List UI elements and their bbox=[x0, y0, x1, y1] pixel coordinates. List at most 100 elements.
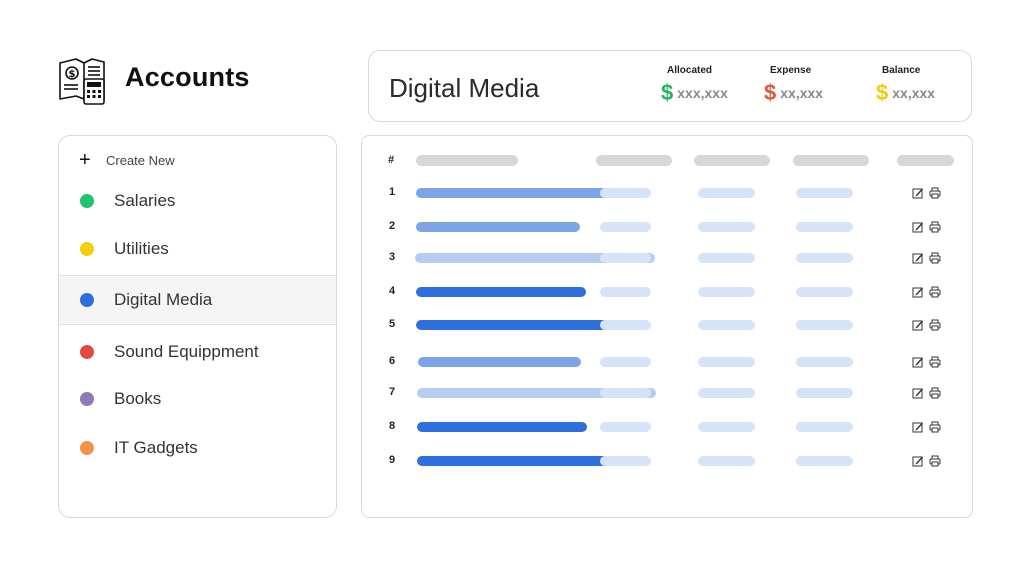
row-value-placeholder bbox=[600, 388, 651, 398]
edit-icon[interactable] bbox=[912, 387, 924, 399]
row-value-placeholder bbox=[600, 357, 651, 367]
column-header-placeholder bbox=[897, 155, 954, 166]
allocated-stat: Allocated $ xxx,xxx bbox=[661, 65, 728, 104]
balance-value: xx,xxx bbox=[892, 85, 936, 101]
row-value-placeholder bbox=[698, 188, 755, 198]
row-value-placeholder bbox=[796, 287, 853, 297]
accounts-sidebar: + Create New Salaries Utilities Digital … bbox=[58, 135, 337, 518]
row-value-placeholder bbox=[698, 357, 755, 367]
row-value-placeholder bbox=[698, 320, 755, 330]
row-number: 2 bbox=[389, 220, 396, 232]
row-value-placeholder bbox=[796, 253, 853, 263]
category-dot-icon bbox=[80, 242, 94, 256]
row-value-placeholder bbox=[600, 456, 651, 466]
print-icon[interactable] bbox=[929, 356, 941, 368]
edit-icon[interactable] bbox=[912, 286, 924, 298]
row-value-placeholder bbox=[698, 422, 755, 432]
category-dot-icon bbox=[80, 392, 94, 406]
sidebar-item-label: Salaries bbox=[114, 191, 176, 210]
row-name-placeholder bbox=[416, 287, 586, 297]
row-number: 8 bbox=[389, 420, 396, 432]
account-summary-card: Digital Media Allocated $ xxx,xxx Expens… bbox=[368, 50, 972, 122]
row-value-placeholder bbox=[698, 253, 755, 263]
expense-stat: Expense $ xx,xxx bbox=[764, 65, 823, 104]
sidebar-item-label: Digital Media bbox=[114, 290, 213, 309]
dollar-icon: $ bbox=[764, 80, 777, 105]
row-value-placeholder bbox=[698, 388, 755, 398]
sidebar-item-label: IT Gadgets bbox=[114, 438, 198, 457]
row-value-placeholder bbox=[600, 222, 651, 232]
edit-icon[interactable] bbox=[912, 252, 924, 264]
row-value-placeholder bbox=[600, 422, 651, 432]
sidebar-item-label: Books bbox=[114, 389, 162, 408]
row-value-placeholder bbox=[796, 456, 853, 466]
dollar-icon: $ bbox=[661, 80, 674, 105]
sidebar-item-salaries[interactable]: Salaries bbox=[59, 176, 336, 226]
print-icon[interactable] bbox=[929, 387, 941, 399]
sidebar-item-label: Sound Equippment bbox=[114, 342, 259, 361]
row-value-placeholder bbox=[600, 320, 651, 330]
row-value-placeholder bbox=[796, 388, 853, 398]
balance-label: Balance bbox=[882, 65, 921, 76]
print-icon[interactable] bbox=[929, 286, 941, 298]
edit-icon[interactable] bbox=[912, 221, 924, 233]
category-dot-icon bbox=[80, 345, 94, 359]
print-icon[interactable] bbox=[929, 455, 941, 467]
row-value-placeholder bbox=[796, 320, 853, 330]
sidebar-item-sound-equippment[interactable]: Sound Equippment bbox=[59, 327, 336, 377]
row-number: 1 bbox=[389, 186, 396, 198]
sidebar-item-books[interactable]: Books bbox=[59, 374, 336, 424]
expense-label: Expense bbox=[770, 65, 812, 76]
column-header-placeholder bbox=[416, 155, 518, 166]
svg-text:$: $ bbox=[69, 69, 76, 80]
print-icon[interactable] bbox=[929, 187, 941, 199]
allocated-value: xxx,xxx bbox=[677, 85, 728, 101]
accounts-table: # 1 2 3 4 5 6 7 8 9 bbox=[361, 135, 973, 518]
row-value-placeholder bbox=[796, 357, 853, 367]
sidebar-item-label: Utilities bbox=[114, 239, 169, 258]
row-number: 9 bbox=[389, 454, 396, 466]
print-icon[interactable] bbox=[929, 319, 941, 331]
create-new-label: Create New bbox=[106, 152, 175, 168]
row-value-placeholder bbox=[796, 422, 853, 432]
row-value-placeholder bbox=[600, 287, 651, 297]
row-number: 3 bbox=[389, 251, 396, 263]
print-icon[interactable] bbox=[929, 221, 941, 233]
print-icon[interactable] bbox=[929, 421, 941, 433]
category-dot-icon bbox=[80, 441, 94, 455]
print-icon[interactable] bbox=[929, 252, 941, 264]
row-name-placeholder bbox=[417, 422, 587, 432]
row-number-header: # bbox=[388, 154, 395, 166]
sidebar-item-it-gadgets[interactable]: IT Gadgets bbox=[59, 423, 336, 473]
column-header-placeholder bbox=[793, 155, 869, 166]
column-header-placeholder bbox=[694, 155, 770, 166]
app-title: Accounts bbox=[125, 62, 250, 92]
edit-icon[interactable] bbox=[912, 356, 924, 368]
category-dot-icon bbox=[80, 293, 94, 307]
sidebar-item-utilities[interactable]: Utilities bbox=[59, 224, 336, 274]
row-value-placeholder bbox=[600, 188, 651, 198]
row-value-placeholder bbox=[796, 222, 853, 232]
edit-icon[interactable] bbox=[912, 319, 924, 331]
expense-value: xx,xxx bbox=[780, 85, 824, 101]
row-number: 7 bbox=[389, 386, 396, 398]
row-value-placeholder bbox=[796, 188, 853, 198]
row-value-placeholder bbox=[698, 456, 755, 466]
balance-stat: Balance $ xx,xxx bbox=[876, 65, 935, 104]
edit-icon[interactable] bbox=[912, 187, 924, 199]
row-number: 4 bbox=[389, 285, 396, 297]
column-header-placeholder bbox=[596, 155, 672, 166]
row-name-placeholder bbox=[418, 357, 581, 367]
sidebar-item-digital-media[interactable]: Digital Media bbox=[59, 275, 336, 325]
create-new-button[interactable]: + Create New bbox=[79, 150, 175, 170]
category-dot-icon bbox=[80, 194, 94, 208]
edit-icon[interactable] bbox=[912, 455, 924, 467]
row-name-placeholder bbox=[416, 188, 614, 198]
edit-icon[interactable] bbox=[912, 421, 924, 433]
page-title: Digital Media bbox=[389, 73, 540, 103]
row-value-placeholder bbox=[698, 222, 755, 232]
dollar-icon: $ bbox=[876, 80, 889, 105]
row-name-placeholder bbox=[416, 222, 580, 232]
plus-icon: + bbox=[79, 149, 91, 171]
accounting-book-calculator-icon: $ bbox=[59, 58, 105, 105]
